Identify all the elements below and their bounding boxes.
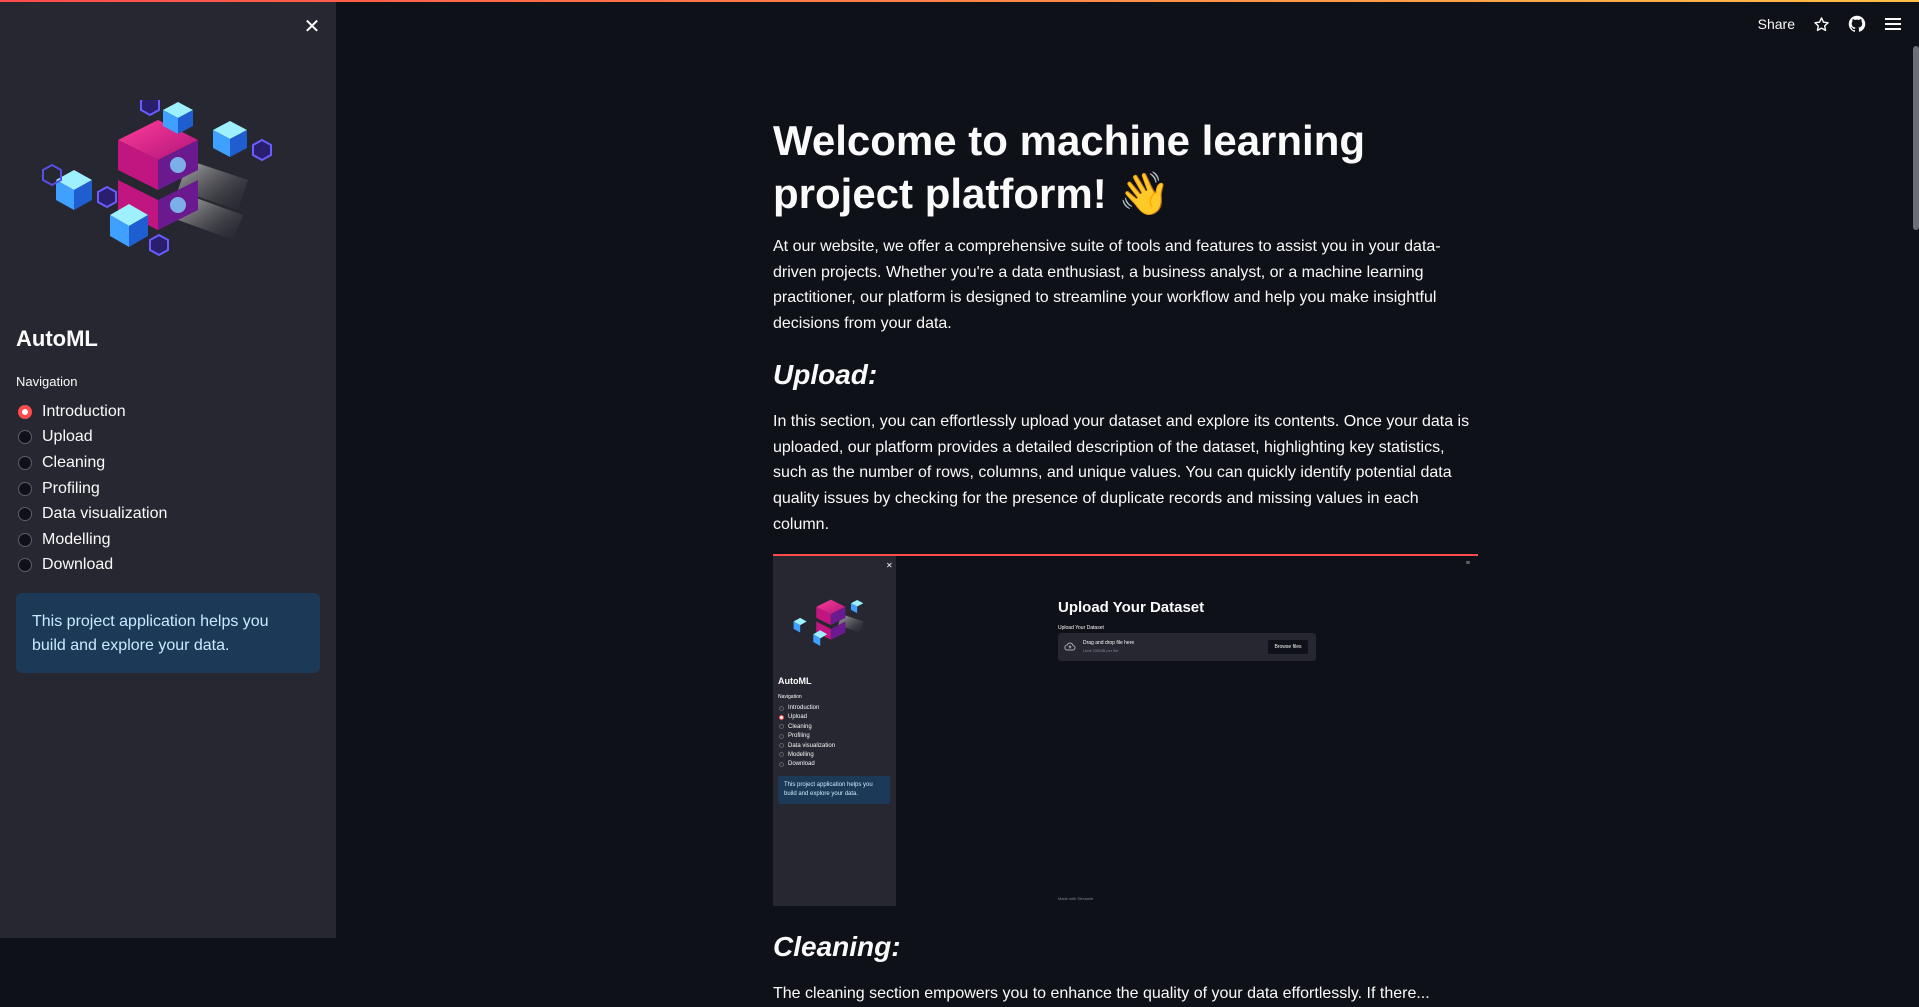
top-decoration-line xyxy=(0,0,1919,2)
preview-radio-item: Cleaning xyxy=(779,722,835,731)
preview-sidebar: ✕ AutoML Navigation Introduction Upload xyxy=(773,556,896,907)
nav-radio-profiling[interactable]: Profiling xyxy=(18,476,167,502)
preview-radio-item: Upload xyxy=(779,713,835,722)
cleaning-paragraph: The cleaning section empowers you to enh… xyxy=(773,985,1430,1003)
radio-unselected-icon xyxy=(18,481,32,496)
preview-dropzone-limit: Limit 200MB per file xyxy=(1083,648,1119,654)
radio-unselected-icon xyxy=(18,507,32,522)
preview-dropzone: Drag and drop file here Limit 200MB per … xyxy=(1058,633,1316,662)
nav-radio-cleaning[interactable]: Cleaning xyxy=(18,450,167,476)
upload-paragraph: In this section, you can effortlessly up… xyxy=(773,412,1470,533)
radio-unselected-icon xyxy=(779,724,784,730)
preview-radio-label: Upload xyxy=(788,714,808,721)
nav-radio-modelling[interactable]: Modelling xyxy=(18,527,167,553)
radio-unselected-icon xyxy=(18,558,32,573)
navigation-radio-group: Introduction Upload Cleaning Profiling D… xyxy=(18,399,167,578)
navigation-label: Navigation xyxy=(16,374,78,389)
radio-unselected-icon xyxy=(18,532,32,547)
preview-radio-label: Introduction xyxy=(788,705,820,712)
nav-radio-label: Profiling xyxy=(42,479,100,497)
upload-heading: Upload: xyxy=(773,358,878,390)
github-icon[interactable] xyxy=(1847,14,1867,34)
intro-paragraph: At our website, we offer a comprehensive… xyxy=(773,238,1441,333)
automl-logo-icon xyxy=(42,100,272,257)
preview-radio-item: Data visualization xyxy=(779,741,835,750)
preview-dropzone-text: Drag and drop file here xyxy=(1083,640,1135,647)
upload-page-screenshot: ✕ AutoML Navigation Introduction Upload xyxy=(773,554,1478,907)
close-sidebar-icon[interactable]: ✕ xyxy=(302,16,322,38)
nav-radio-label: Upload xyxy=(42,428,93,446)
main-content: Welcome to machine learning project plat… xyxy=(773,114,1478,1007)
nav-radio-upload[interactable]: Upload xyxy=(18,425,167,451)
preview-info-box: This project application helps you build… xyxy=(778,776,890,805)
nav-radio-label: Introduction xyxy=(42,402,126,420)
sidebar-info-box: This project application helps you build… xyxy=(16,593,320,673)
preview-close-icon: ✕ xyxy=(886,561,893,571)
preview-browse-button: Browse files xyxy=(1268,640,1308,655)
preview-upload-title: Upload Your Dataset xyxy=(1058,599,1205,617)
nav-radio-label: Modelling xyxy=(42,530,111,548)
preview-logo-icon xyxy=(793,599,864,647)
preview-radio-item: Profiling xyxy=(779,732,835,741)
sidebar: ✕ AutoML Navigation Introduction Upload … xyxy=(0,0,336,938)
nav-radio-download[interactable]: Download xyxy=(18,553,167,579)
radio-selected-icon xyxy=(779,714,784,720)
radio-unselected-icon xyxy=(18,430,32,445)
header-toolbar: Share xyxy=(1758,12,1919,36)
sidebar-brand-title: AutoML xyxy=(16,326,98,351)
preview-brand: AutoML xyxy=(778,676,812,687)
hamburger-menu-icon[interactable] xyxy=(1883,14,1903,34)
preview-radio-label: Modelling xyxy=(788,751,814,758)
nav-radio-data-visualization[interactable]: Data visualization xyxy=(18,501,167,527)
preview-footer: Made with Streamlit xyxy=(1058,896,1094,902)
preview-radio-label: Cleaning xyxy=(788,723,812,730)
radio-selected-icon xyxy=(18,404,32,419)
preview-radio-item: Modelling xyxy=(779,750,835,759)
radio-unselected-icon xyxy=(779,761,784,767)
preview-radio-label: Download xyxy=(788,761,815,768)
radio-unselected-icon xyxy=(779,705,784,711)
preview-menu-icon: ≡ xyxy=(1465,560,1470,568)
radio-unselected-icon xyxy=(779,752,784,758)
nav-radio-label: Cleaning xyxy=(42,453,106,471)
cleaning-heading: Cleaning: xyxy=(773,931,901,963)
page-title: Welcome to machine learning project plat… xyxy=(773,117,1366,217)
share-button[interactable]: Share xyxy=(1758,16,1795,32)
nav-radio-label: Download xyxy=(42,556,114,574)
nav-radio-label: Data visualization xyxy=(42,505,168,523)
preview-upload-label: Upload Your Dataset xyxy=(1058,625,1104,632)
preview-radio-list: Introduction Upload Cleaning Profiling D… xyxy=(779,703,835,769)
preview-radio-item: Download xyxy=(779,760,835,769)
preview-radio-item: Introduction xyxy=(779,703,835,712)
star-icon[interactable] xyxy=(1811,14,1831,34)
cloud-upload-icon xyxy=(1064,642,1076,651)
preview-radio-label: Profiling xyxy=(788,733,810,740)
preview-nav-label: Navigation xyxy=(778,694,802,701)
preview-radio-label: Data visualization xyxy=(788,742,836,749)
nav-radio-introduction[interactable]: Introduction xyxy=(18,399,167,425)
radio-unselected-icon xyxy=(18,455,32,470)
radio-unselected-icon xyxy=(779,733,784,739)
page-scrollbar[interactable] xyxy=(1913,46,1919,230)
radio-unselected-icon xyxy=(779,743,784,749)
